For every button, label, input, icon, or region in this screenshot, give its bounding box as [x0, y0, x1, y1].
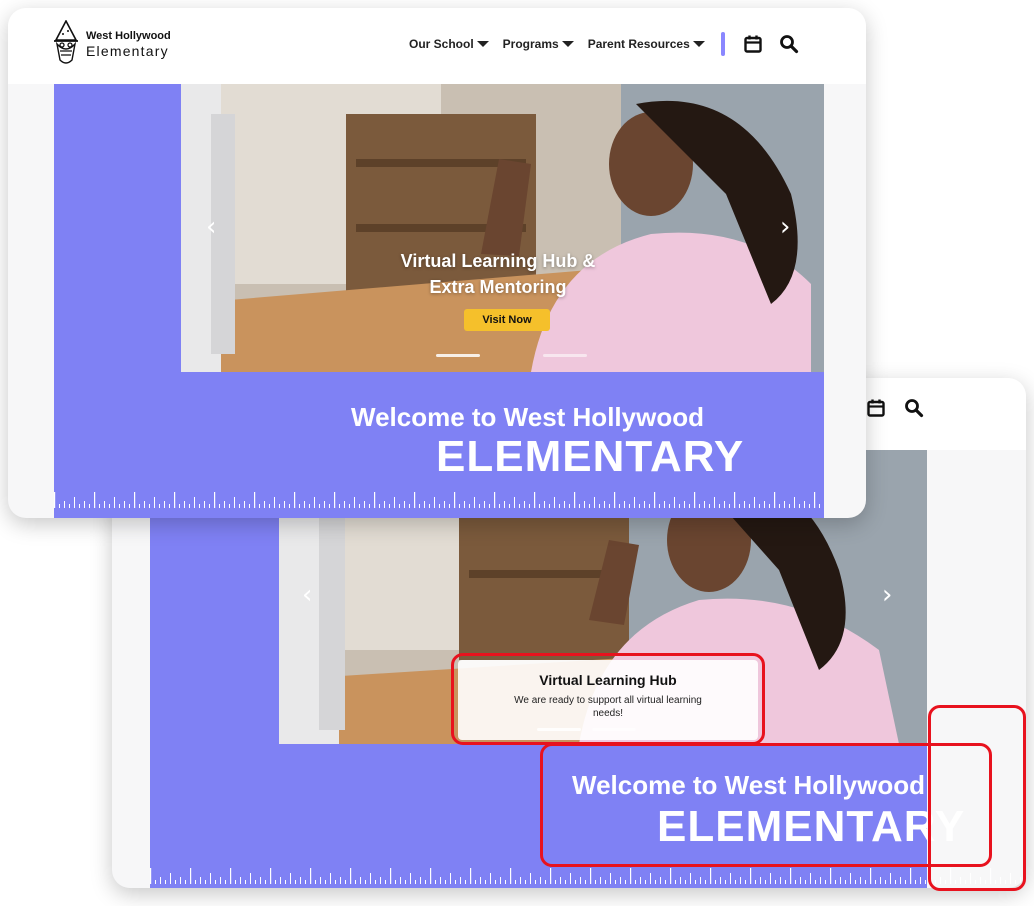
search-icon[interactable]	[902, 396, 926, 420]
slide-title: Virtual Learning Hub & Extra Mentoring	[348, 248, 648, 300]
slide-prev-arrow[interactable]: ‹	[206, 214, 216, 240]
search-icon[interactable]	[777, 32, 801, 56]
chevron-down-icon	[561, 41, 574, 47]
page-preview: West Hollywood Elementary Our School Pro…	[8, 8, 866, 518]
header-actions	[864, 396, 926, 420]
slide-indicator[interactable]	[436, 354, 480, 357]
school-logo[interactable]: West Hollywood Elementary	[52, 20, 171, 68]
ruler-decoration	[150, 868, 1026, 884]
header-bar: West Hollywood Elementary Our School Pro…	[8, 8, 866, 84]
chevron-down-icon	[476, 41, 489, 47]
slide-title-line: Virtual Learning Hub &	[400, 251, 596, 271]
nav-parent-resources[interactable]: Parent Resources	[588, 37, 705, 51]
welcome-heading-school: ELEMENTARY	[436, 432, 745, 481]
logo-subname: Elementary	[86, 42, 169, 59]
slide-next-arrow[interactable]: ›	[780, 214, 790, 240]
nav-our-school[interactable]: Our School	[409, 37, 489, 51]
welcome-heading: Welcome to West Hollywood	[351, 402, 704, 432]
nav-programs[interactable]: Programs	[503, 37, 574, 51]
slide-title-line: Extra Mentoring	[429, 277, 567, 297]
highlight-right-edge	[928, 705, 1026, 891]
highlight-caption-box	[451, 653, 765, 745]
main-nav: Our School Programs Parent Resources	[409, 32, 801, 56]
highlight-welcome-heading	[540, 743, 992, 867]
nav-label: Parent Resources	[587, 37, 690, 51]
slide-next-arrow[interactable]: ›	[882, 582, 892, 608]
nav-label: Our School	[409, 37, 474, 51]
wizard-icon	[54, 20, 78, 64]
slide-prev-arrow[interactable]: ‹	[302, 582, 312, 608]
nav-separator	[720, 32, 725, 56]
slide-indicator[interactable]	[543, 354, 587, 357]
calendar-icon[interactable]	[741, 32, 765, 56]
chevron-down-icon	[692, 41, 705, 47]
visit-now-button[interactable]: Visit Now	[464, 309, 550, 331]
nav-label: Programs	[502, 37, 559, 51]
ruler-decoration	[54, 492, 824, 508]
calendar-icon[interactable]	[864, 396, 888, 420]
logo-name: West Hollywood	[86, 29, 171, 42]
